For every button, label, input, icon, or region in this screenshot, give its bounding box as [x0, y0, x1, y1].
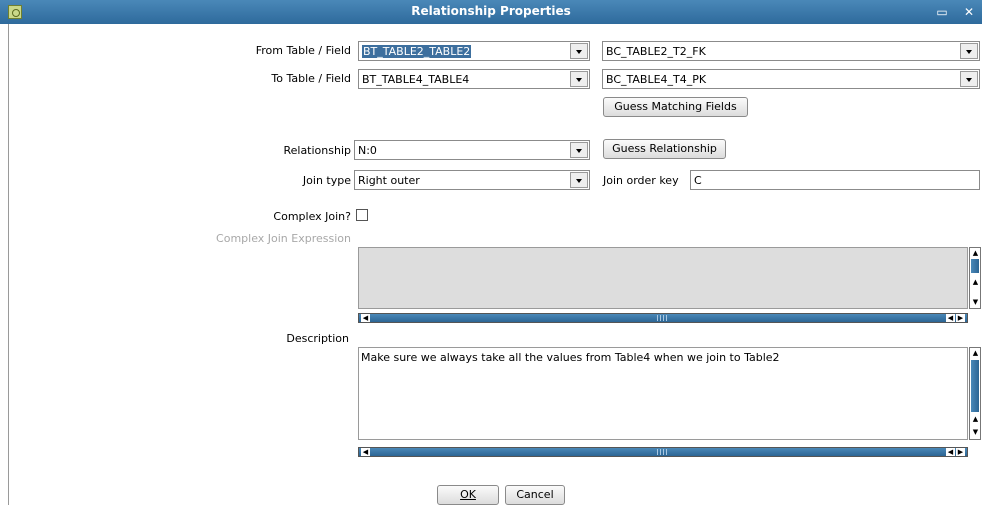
join-type-value: Right outer [358, 174, 420, 187]
from-table-value: BT_TABLE2_TABLE2 [362, 45, 472, 58]
complex-join-label: Complex Join? [273, 210, 351, 223]
join-type-combo[interactable]: Right outer [354, 170, 590, 190]
chevron-down-icon[interactable] [570, 142, 588, 158]
scroll-up-icon[interactable]: ▲ [971, 415, 980, 423]
to-label: To Table / Field [271, 72, 351, 85]
title-bar: Relationship Properties ▭ ✕ [0, 0, 982, 24]
scroll-grip[interactable] [657, 315, 669, 321]
chevron-down-icon[interactable] [960, 43, 978, 59]
description-hscroll[interactable]: ◀ ◀ ▶ [358, 447, 968, 457]
relationship-value: N:0 [358, 144, 377, 157]
relationship-combo[interactable]: N:0 [354, 140, 590, 160]
close-icon[interactable]: ✕ [960, 5, 978, 19]
complex-expression-hscroll[interactable]: ◀ ◀ ▶ [358, 313, 968, 323]
to-table-combo[interactable]: BT_TABLE4_TABLE4 [358, 69, 590, 89]
scroll-thumb[interactable] [971, 259, 979, 273]
scroll-left-icon[interactable]: ◀ [946, 448, 955, 456]
to-field-combo[interactable]: BC_TABLE4_T4_PK [602, 69, 980, 89]
chevron-down-icon[interactable] [570, 43, 588, 59]
from-field-combo[interactable]: BC_TABLE2_T2_FK [602, 41, 980, 61]
join-order-key-value: C [694, 174, 702, 187]
guess-relationship-button[interactable]: Guess Relationship [603, 139, 726, 159]
scroll-thumb[interactable] [971, 360, 979, 412]
ok-label: OK [460, 488, 476, 501]
ok-button[interactable]: OK [437, 485, 499, 505]
description-label: Description [286, 332, 349, 345]
to-table-value: BT_TABLE4_TABLE4 [362, 73, 470, 86]
scroll-down-icon[interactable]: ▼ [971, 298, 980, 306]
complex-join-checkbox[interactable] [356, 209, 368, 221]
chevron-down-icon[interactable] [960, 71, 978, 87]
scroll-right-icon[interactable]: ▶ [956, 448, 965, 456]
join-order-key-label: Join order key [603, 174, 679, 187]
scroll-left-icon[interactable]: ◀ [361, 314, 370, 322]
cancel-button[interactable]: Cancel [505, 485, 565, 505]
scroll-left-icon[interactable]: ◀ [946, 314, 955, 322]
relationship-label: Relationship [283, 144, 351, 157]
guess-matching-fields-button[interactable]: Guess Matching Fields [603, 97, 748, 117]
chevron-down-icon[interactable] [570, 71, 588, 87]
to-field-value: BC_TABLE4_T4_PK [606, 73, 707, 86]
scroll-down-icon[interactable]: ▼ [971, 428, 980, 436]
scroll-up-icon[interactable]: ▲ [971, 249, 980, 257]
complex-join-expression-label: Complex Join Expression [216, 232, 351, 245]
complex-join-expression-textarea[interactable] [358, 247, 968, 309]
scroll-up-icon[interactable]: ▲ [971, 349, 980, 357]
from-field-value: BC_TABLE2_T2_FK [606, 45, 706, 58]
scroll-left-icon[interactable]: ◀ [361, 448, 370, 456]
join-type-label: Join type [302, 174, 351, 187]
join-order-key-input[interactable]: C [690, 170, 980, 190]
maximize-icon[interactable]: ▭ [933, 5, 951, 19]
from-table-combo[interactable]: BT_TABLE2_TABLE2 [358, 41, 590, 61]
description-textarea[interactable]: Make sure we always take all the values … [358, 347, 968, 440]
scroll-up-icon[interactable]: ▲ [971, 278, 980, 286]
scroll-grip[interactable] [657, 449, 669, 455]
scroll-right-icon[interactable]: ▶ [956, 314, 965, 322]
description-value: Make sure we always take all the values … [361, 351, 780, 364]
complex-expression-vscroll[interactable]: ▲ ▲ ▼ [969, 247, 981, 309]
window-border [8, 24, 9, 505]
chevron-down-icon[interactable] [570, 172, 588, 188]
from-label: From Table / Field [255, 44, 351, 57]
description-vscroll[interactable]: ▲ ▲ ▼ [969, 347, 981, 440]
window-title: Relationship Properties [411, 4, 571, 18]
